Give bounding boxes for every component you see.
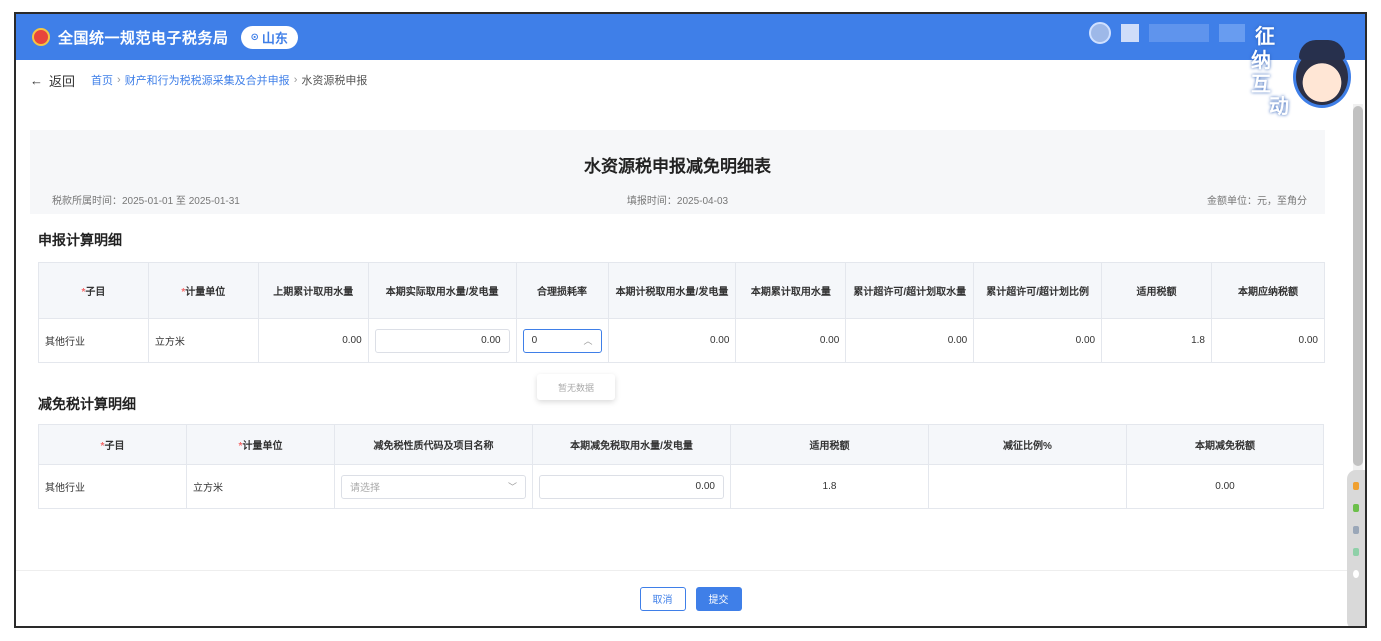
breadcrumb-separator: › <box>293 74 298 86</box>
relief-code-select[interactable]: 请选择 ﹀ <box>341 474 526 499</box>
back-button[interactable]: ← 返回 <box>30 71 75 90</box>
section-title-relief: 减免税计算明细 <box>38 396 136 412</box>
tool-icon[interactable] <box>1353 482 1359 490</box>
user-info-blurred <box>1121 24 1139 42</box>
cell-over-qty: 0.00 <box>845 318 975 363</box>
cell-loss-rate: 0 ︿ <box>515 318 609 363</box>
tool-icon[interactable] <box>1353 548 1359 556</box>
column-header: *子目 <box>38 424 187 465</box>
cell-item: 其他行业 <box>38 464 187 509</box>
section-title-calc: 申报计算明细 <box>38 232 122 248</box>
column-header: 累计超许可/超计划取水量 <box>845 262 975 319</box>
chevron-down-icon: ﹀ <box>507 482 517 492</box>
column-header: *子目 <box>38 262 149 319</box>
form-footer: 取消 提交 <box>16 570 1365 626</box>
browser-frame: 全国统一规范电子税务局 ⊙ 山东 征 纳 互 动 ← 返回 首页 › 财产和行为… <box>14 12 1367 628</box>
breadcrumb-separator: › <box>117 74 121 86</box>
cell-unit: 立方米 <box>186 464 335 509</box>
cell-rate: 1.8 <box>1101 318 1212 363</box>
column-header: 减免税性质代码及项目名称 <box>334 424 533 465</box>
form-title: 水资源税申报减免明细表 <box>584 157 771 176</box>
breadcrumb-current: 水资源税申报 <box>301 75 368 87</box>
column-header: 适用税额 <box>1101 262 1212 319</box>
table-row: 其他行业 立方米 0.00 0.00 0 ︿ 0.00 0.00 0.00 0.… <box>38 318 1325 363</box>
region-label: 山东 <box>261 30 288 46</box>
cell-prev-cumulative: 0.00 <box>257 318 369 363</box>
cell-rate: 1.8 <box>730 464 929 509</box>
user-name-blurred <box>1149 24 1209 42</box>
user-avatar[interactable] <box>1089 22 1111 44</box>
cell-cumulative: 0.00 <box>735 318 847 363</box>
actual-usage-input[interactable]: 0.00 <box>374 328 510 353</box>
cell-tax: 0.00 <box>1211 318 1325 363</box>
loss-rate-dropdown: 暂无数据 <box>537 374 615 400</box>
side-toolbar[interactable] <box>1347 470 1365 626</box>
app-title: 全国统一规范电子税务局 <box>58 29 229 47</box>
fill-date: 填报时间：2025-04-03 <box>626 196 729 207</box>
column-header: 上期累计取用水量 <box>257 262 369 319</box>
tool-icon[interactable] <box>1353 504 1359 512</box>
cell-ratio <box>928 464 1127 509</box>
column-header: 本期减免税额 <box>1126 424 1324 465</box>
column-header: *计量单位 <box>186 424 335 465</box>
column-header: 减征比例% <box>928 424 1127 465</box>
arrow-left-icon: ← <box>30 72 43 88</box>
relief-code-placeholder: 请选择 <box>350 483 380 494</box>
user-area <box>1089 22 1245 44</box>
dropdown-empty-text: 暂无数据 <box>557 382 594 393</box>
column-header: 累计超许可/超计划比例 <box>973 262 1103 319</box>
user-menu-blurred[interactable] <box>1219 24 1245 42</box>
location-pin-icon: ⊙ <box>250 31 259 43</box>
column-header: 本期累计取用水量 <box>735 262 847 319</box>
scrollbar-thumb[interactable] <box>1353 106 1363 466</box>
form-content: 水资源税申报减免明细表 税款所属时间：2025-01-01 至 2025-01-… <box>30 130 1325 570</box>
breadcrumb-home[interactable]: 首页 <box>91 72 113 88</box>
breadcrumb-tax-collection[interactable]: 财产和行为税税源采集及合并申报 <box>125 72 290 88</box>
form-header: 水资源税申报减免明细表 税款所属时间：2025-01-01 至 2025-01-… <box>30 130 1325 214</box>
cell-qty: 0.00 <box>532 464 731 509</box>
top-bar: 全国统一规范电子税务局 ⊙ 山东 <box>16 14 1365 60</box>
loss-rate-select[interactable]: 0 ︿ <box>522 328 602 353</box>
relief-table: *子目 *计量单位 减免税性质代码及项目名称 本期减免税取用水量/发电量 适用税… <box>38 424 1324 509</box>
column-header: *计量单位 <box>147 262 259 319</box>
table-header-row: *子目 *计量单位 上期累计取用水量 本期实际取用水量/发电量 合理损耗率 本期… <box>38 262 1325 319</box>
nav-bar: ← 返回 首页 › 财产和行为税税源采集及合并申报 › 水资源税申报 <box>16 60 1365 100</box>
settings-icon[interactable] <box>1353 570 1359 578</box>
mascot-hat-icon <box>1299 40 1345 60</box>
back-label: 返回 <box>49 73 76 89</box>
column-header: 适用税额 <box>730 424 929 465</box>
national-emblem-icon <box>32 28 50 46</box>
cell-item: 其他行业 <box>38 318 149 363</box>
column-header: 本期应纳税额 <box>1211 262 1325 319</box>
table-row: 其他行业 立方米 请选择 ﹀ 0.00 1.8 0.00 <box>38 464 1324 509</box>
relief-qty-input[interactable]: 0.00 <box>539 474 724 499</box>
calc-table: *子目 *计量单位 上期累计取用水量 本期实际取用水量/发电量 合理损耗率 本期… <box>38 262 1325 363</box>
cell-taxable: 0.00 <box>607 318 737 363</box>
chevron-up-icon: ︿ <box>583 336 593 346</box>
cell-code: 请选择 ﹀ <box>334 464 533 509</box>
loss-rate-value: 0 <box>531 335 538 346</box>
table-header-row: *子目 *计量单位 减免税性质代码及项目名称 本期减免税取用水量/发电量 适用税… <box>38 424 1324 465</box>
submit-button[interactable]: 提交 <box>695 586 742 611</box>
amount-unit: 金额单位：元，至角分 <box>1207 196 1307 207</box>
tax-period: 税款所属时间：2025-01-01 至 2025-01-31 <box>52 196 240 207</box>
cell-over-ratio: 0.00 <box>973 318 1103 363</box>
column-header: 合理损耗率 <box>515 262 609 319</box>
cell-actual: 0.00 <box>367 318 517 363</box>
column-header: 本期减免税取用水量/发电量 <box>532 424 731 465</box>
cell-amount: 0.00 <box>1126 464 1324 509</box>
cell-unit: 立方米 <box>147 318 259 363</box>
cancel-button[interactable]: 取消 <box>639 586 686 611</box>
tool-icon[interactable] <box>1353 526 1359 534</box>
column-header: 本期实际取用水量/发电量 <box>367 262 517 319</box>
column-header: 本期计税取用水量/发电量 <box>607 262 737 319</box>
region-switch[interactable]: ⊙ 山东 <box>240 25 298 49</box>
